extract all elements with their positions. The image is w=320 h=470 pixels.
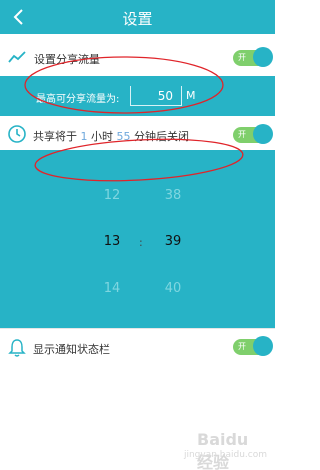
time-picker[interactable]: 12 38 13 : 39 14 40 [0,150,275,328]
timer-minutes: 55 [116,130,131,143]
hour-selected[interactable]: 13 [97,234,127,249]
toggle-state-text: 开 [238,53,246,62]
time-separator: : [139,236,143,249]
traffic-cap-input[interactable]: 50 [130,86,182,106]
notification-row: 显示通知状态栏 开 [0,332,275,364]
minute-selected[interactable]: 39 [158,234,188,249]
share-traffic-label: 设置分享流量 [34,53,100,66]
minute-option[interactable]: 38 [158,188,188,203]
hour-option[interactable]: 14 [97,281,127,296]
share-timer-row: 共享将于 1 小时 55 分钟后关闭 开 [0,118,275,150]
share-traffic-toggle[interactable]: 开 [233,47,273,67]
share-timer-toggle[interactable]: 开 [233,124,273,144]
notification-label: 显示通知状态栏 [33,343,110,356]
minute-option[interactable]: 40 [158,281,188,296]
traffic-cap-label: 最高可分享流量为: [36,94,120,105]
toggle-knob [253,336,273,356]
toggle-state-text: 开 [238,130,246,139]
timer-hours-unit: 小时 [91,130,113,143]
timer-suffix: 分钟后关闭 [134,130,189,143]
clock-icon [8,125,26,143]
traffic-cap-unit: M [186,89,196,102]
hour-option[interactable]: 12 [97,188,127,203]
page-title: 设置 [122,10,153,28]
watermark: Baidu 经验 jingyan.baidu.com [184,430,269,470]
trend-icon [8,51,26,63]
toggle-knob [253,124,273,144]
watermark-sub: jingyan.baidu.com [183,450,267,460]
toggle-knob [253,47,273,67]
divider [0,328,275,329]
bell-icon [8,339,26,357]
toggle-state-text: 开 [238,342,246,351]
share-timer-text: 共享将于 1 小时 55 分钟后关闭 [33,128,189,144]
timer-hours: 1 [80,130,88,143]
notification-toggle[interactable]: 开 [233,336,273,356]
app-header: 设置 [0,0,275,34]
share-traffic-row: 设置分享流量 开 [0,40,275,76]
traffic-cap-row: 最高可分享流量为: 50 M [0,76,275,116]
timer-prefix: 共享将于 [33,130,77,143]
traffic-cap-value: 50 [157,89,173,103]
